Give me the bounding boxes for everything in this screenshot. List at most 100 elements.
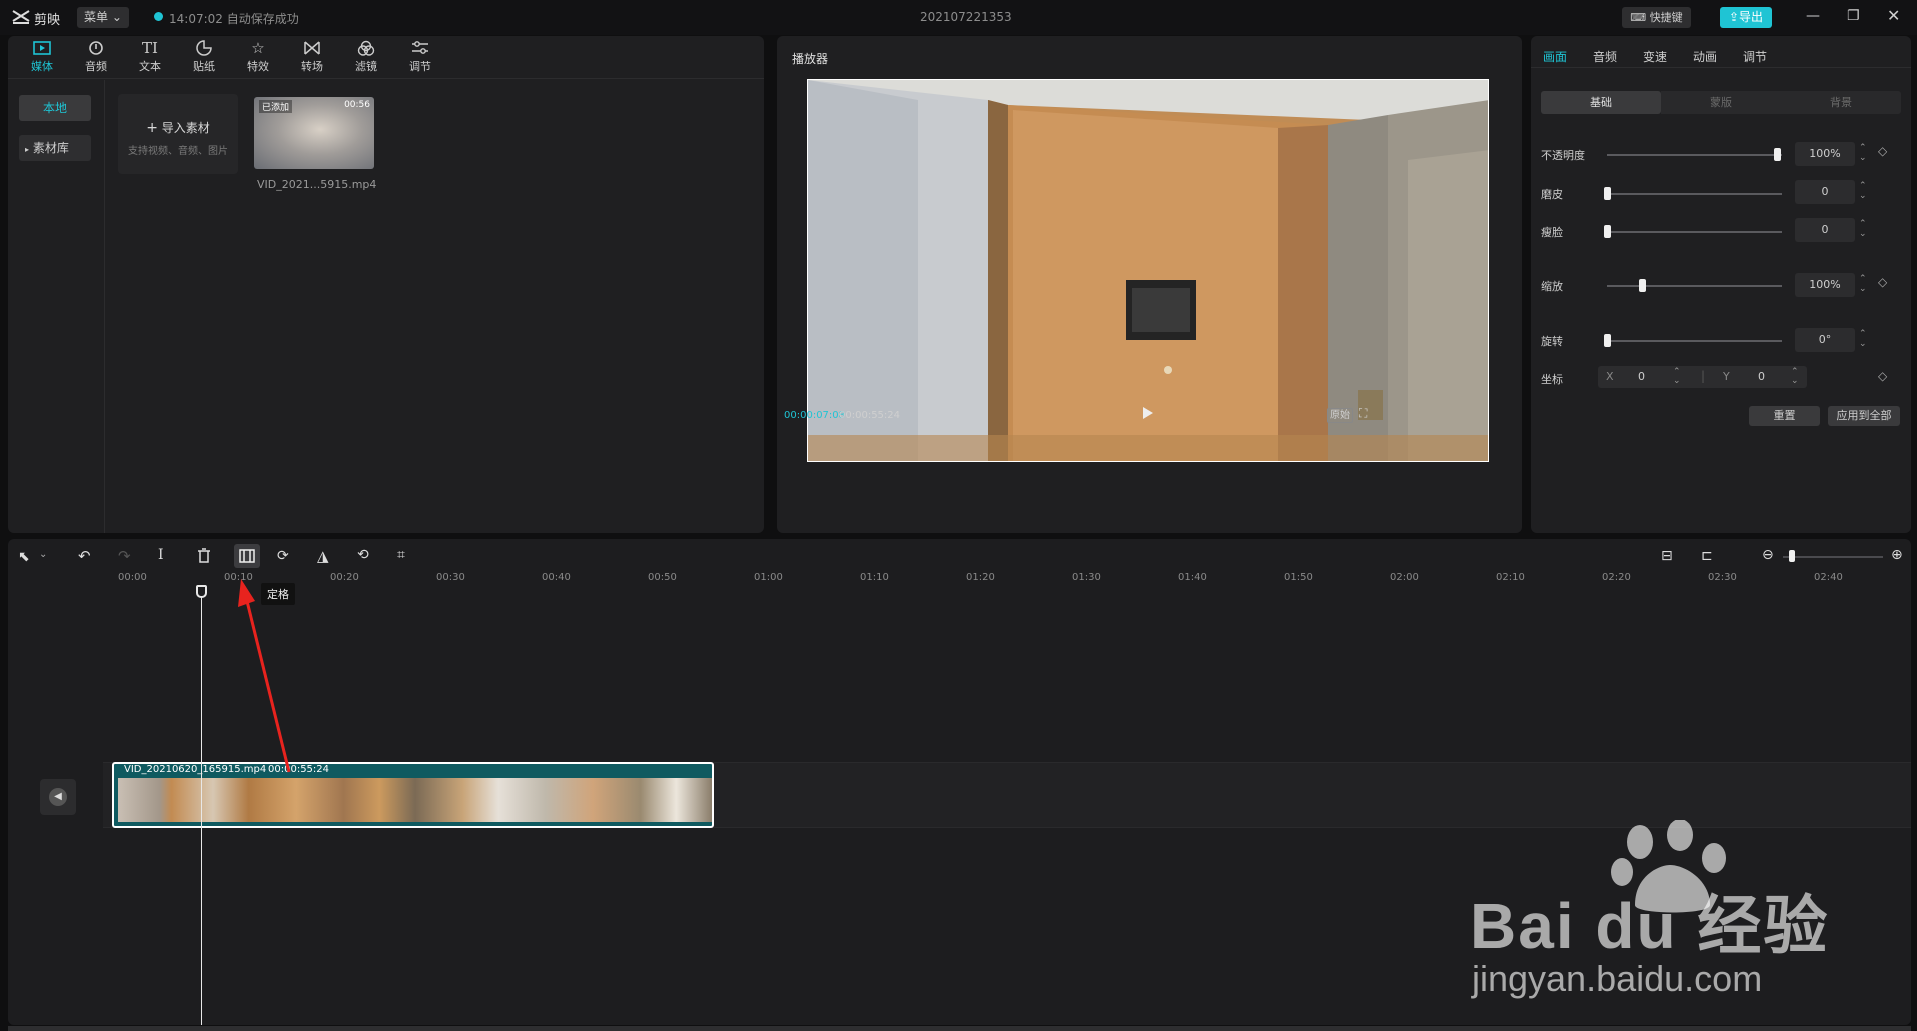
mirror-icon[interactable]: ◮ bbox=[317, 547, 329, 565]
smooth-slider-knob[interactable] bbox=[1604, 187, 1611, 200]
video-preview[interactable] bbox=[807, 79, 1489, 462]
snap-icon[interactable]: ⊟ bbox=[1661, 548, 1673, 564]
export-button[interactable]: ⇪导出 bbox=[1720, 7, 1772, 28]
position-x-value[interactable]: 0 bbox=[1638, 370, 1645, 383]
opacity-slider-knob[interactable] bbox=[1774, 148, 1781, 161]
shortcut-button[interactable]: ⌨ 快捷键 bbox=[1622, 7, 1691, 28]
menu-label: 菜单 bbox=[84, 10, 109, 24]
timeline-ruler[interactable]: 00:00 00:10 00:20 00:30 00:40 00:50 01:0… bbox=[118, 572, 1908, 590]
reverse-icon[interactable]: ⟳ bbox=[277, 548, 289, 564]
redo-icon[interactable]: ↷ bbox=[118, 547, 131, 565]
split-icon[interactable]: I bbox=[158, 547, 164, 563]
caret-right-icon: ▸ bbox=[25, 145, 30, 154]
tab-adjust[interactable]: 调节 bbox=[396, 40, 444, 74]
playhead-line[interactable] bbox=[201, 585, 202, 1025]
keyboard-icon: ⌨ bbox=[1630, 11, 1647, 24]
opacity-stepper-icon[interactable]: ⌃ ⌄ bbox=[1859, 143, 1867, 163]
horizontal-scrollbar[interactable] bbox=[8, 1026, 1911, 1031]
undo-icon[interactable]: ↶ bbox=[78, 547, 91, 565]
smooth-label: 磨皮 bbox=[1541, 188, 1563, 201]
tab-props-adjust[interactable]: 调节 bbox=[1743, 48, 1767, 65]
subtab-mask[interactable]: 蒙版 bbox=[1661, 91, 1781, 114]
tab-props-audio[interactable]: 音频 bbox=[1593, 48, 1617, 65]
tab-effects[interactable]: ☆ 特效 bbox=[234, 40, 282, 74]
media-clip-thumbnail[interactable]: 已添加 00:56 bbox=[254, 97, 374, 169]
ruler-tick: 00:30 bbox=[436, 572, 465, 583]
tab-text[interactable]: TI 文本 bbox=[126, 40, 174, 74]
rotate-icon[interactable]: ⟲ bbox=[357, 547, 369, 563]
play-button[interactable] bbox=[1142, 406, 1154, 420]
scale-value[interactable]: 100% bbox=[1795, 273, 1855, 297]
slim-face-stepper-icon[interactable]: ⌃ ⌄ bbox=[1859, 219, 1867, 239]
tab-media[interactable]: 媒体 bbox=[18, 40, 66, 74]
slim-face-slider[interactable] bbox=[1607, 231, 1782, 233]
aspect-ratio-button[interactable]: 原始 bbox=[1327, 408, 1353, 423]
opacity-keyframe-icon[interactable]: ◇ bbox=[1878, 144, 1887, 158]
tab-animation[interactable]: 动画 bbox=[1693, 48, 1717, 65]
position-keyframe-icon[interactable]: ◇ bbox=[1878, 369, 1887, 383]
media-divider bbox=[104, 80, 105, 533]
minimize-icon[interactable]: — bbox=[1806, 8, 1820, 24]
timeline-video-clip[interactable]: VID_20210620_165915.mp4 00:00:55:24 bbox=[112, 762, 714, 828]
watermark-url: jingyan.baidu.com bbox=[1472, 958, 1763, 999]
ruler-tick: 00:50 bbox=[648, 572, 677, 583]
slim-face-value[interactable]: 0 bbox=[1795, 218, 1855, 242]
slim-face-slider-knob[interactable] bbox=[1604, 225, 1611, 238]
sidebar-item-library[interactable]: ▸ 素材库 bbox=[19, 135, 91, 161]
rotate-stepper-icon[interactable]: ⌃ ⌄ bbox=[1859, 329, 1867, 349]
apply-to-all-button[interactable]: 应用到全部 bbox=[1828, 406, 1900, 426]
sidebar-item-library-label: 素材库 bbox=[32, 141, 69, 155]
scale-keyframe-icon[interactable]: ◇ bbox=[1878, 275, 1887, 289]
export-icon: ⇪ bbox=[1728, 10, 1740, 24]
select-tool-icon[interactable]: ⬉ bbox=[18, 549, 30, 565]
delete-icon[interactable] bbox=[197, 548, 211, 563]
freeze-frame-button[interactable] bbox=[234, 544, 260, 568]
ruler-tick: 01:20 bbox=[966, 572, 995, 583]
crop-icon[interactable]: ⌗ bbox=[397, 547, 405, 563]
tab-transition-label: 转场 bbox=[301, 60, 323, 73]
position-y-value[interactable]: 0 bbox=[1758, 370, 1765, 383]
import-media-button[interactable]: + 导入素材 支持视频、音频、图片 bbox=[118, 94, 238, 174]
tab-speed[interactable]: 变速 bbox=[1643, 48, 1667, 65]
tab-filter[interactable]: 滤镜 bbox=[342, 40, 390, 74]
close-icon[interactable]: ✕ bbox=[1887, 6, 1900, 25]
position-y-stepper-icon[interactable]: ⌃ ⌄ bbox=[1791, 368, 1799, 386]
smooth-slider[interactable] bbox=[1607, 193, 1782, 195]
app-name: 剪映 bbox=[34, 13, 61, 28]
scale-stepper-icon[interactable]: ⌃ ⌄ bbox=[1859, 274, 1867, 294]
position-x-stepper-icon[interactable]: ⌃ ⌄ bbox=[1673, 368, 1681, 386]
tab-audio[interactable]: 音频 bbox=[72, 40, 120, 74]
ruler-tick: 01:00 bbox=[754, 572, 783, 583]
zoom-slider[interactable] bbox=[1783, 556, 1883, 558]
player-panel: 播放器 00:00:07:08 00:00:55:24 原始 ⛶ bbox=[777, 36, 1522, 533]
restore-icon[interactable]: ❐ bbox=[1847, 8, 1860, 24]
zoom-in-icon[interactable]: ⊕ bbox=[1891, 547, 1903, 563]
tab-transition[interactable]: 转场 bbox=[288, 40, 336, 74]
rotate-slider-knob[interactable] bbox=[1604, 334, 1611, 347]
chevron-down-icon[interactable]: ⌄ bbox=[39, 549, 47, 560]
fullscreen-icon[interactable]: ⛶ bbox=[1359, 406, 1367, 421]
link-icon[interactable]: ⊏ bbox=[1701, 548, 1713, 564]
tab-picture[interactable]: 画面 bbox=[1543, 48, 1567, 65]
scale-slider-knob[interactable] bbox=[1639, 279, 1646, 292]
track-mute-button[interactable]: ◀ bbox=[40, 779, 76, 815]
subtab-background[interactable]: 背景 bbox=[1781, 91, 1901, 114]
subtab-basic[interactable]: 基础 bbox=[1541, 91, 1661, 114]
sidebar-item-local[interactable]: 本地 bbox=[19, 95, 91, 121]
timeline-toolbar: ⬉ ⌄ ↶ ↷ I ⟳ ◮ ⟲ ⌗ ⊟ ⊏ ⊖ ⊕ bbox=[8, 539, 1911, 575]
rotate-value[interactable]: 0° bbox=[1795, 328, 1855, 352]
smooth-stepper-icon[interactable]: ⌃ ⌄ bbox=[1859, 181, 1867, 201]
smooth-value[interactable]: 0 bbox=[1795, 180, 1855, 204]
ruler-tick: 02:40 bbox=[1814, 572, 1843, 583]
opacity-slider[interactable] bbox=[1607, 154, 1782, 156]
zoom-out-icon[interactable]: ⊖ bbox=[1762, 547, 1774, 563]
tab-sticker[interactable]: 贴纸 bbox=[180, 40, 228, 74]
zoom-slider-knob[interactable] bbox=[1789, 550, 1795, 562]
opacity-value[interactable]: 100% bbox=[1795, 142, 1855, 166]
scale-slider[interactable] bbox=[1607, 285, 1782, 287]
playhead-handle[interactable] bbox=[196, 585, 207, 598]
rotate-slider[interactable] bbox=[1607, 340, 1782, 342]
reset-button[interactable]: 重置 bbox=[1749, 406, 1820, 426]
menu-button[interactable]: 菜单 ⌄ bbox=[77, 7, 129, 28]
ruler-tick: 02:00 bbox=[1390, 572, 1419, 583]
